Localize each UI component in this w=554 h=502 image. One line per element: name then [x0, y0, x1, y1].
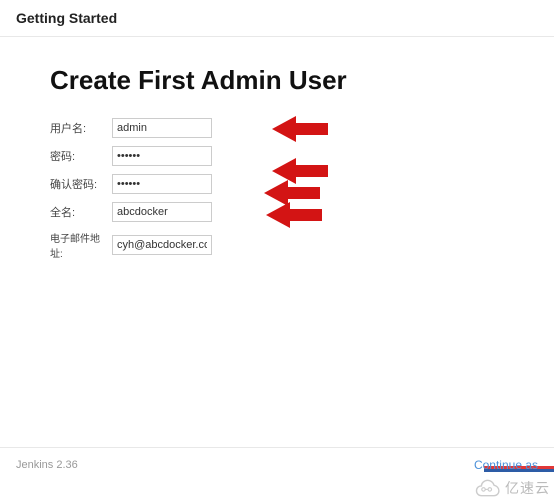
wizard-content: Create First Admin User 用户名: 密码: 确认密码: 全… [0, 37, 554, 260]
continue-as-admin-link[interactable]: Continue as [474, 458, 538, 472]
wizard-footer: Jenkins 2.36 Continue as [0, 447, 554, 502]
row-confirm-password: 确认密码: [50, 174, 504, 194]
row-username: 用户名: [50, 118, 504, 138]
label-username: 用户名: [50, 120, 112, 136]
cloud-icon [473, 479, 501, 497]
label-email: 电子邮件地址: [50, 230, 112, 260]
confirm-password-input[interactable] [112, 174, 212, 194]
email-input[interactable] [112, 235, 212, 255]
row-email: 电子邮件地址: [50, 230, 504, 260]
username-input[interactable] [112, 118, 212, 138]
wizard-header: Getting Started [0, 0, 554, 37]
label-fullname: 全名: [50, 204, 112, 220]
label-confirm-password: 确认密码: [50, 176, 112, 192]
watermark-text: 亿速云 [505, 478, 550, 498]
row-fullname: 全名: [50, 202, 504, 222]
password-input[interactable] [112, 146, 212, 166]
wizard-header-title: Getting Started [16, 10, 538, 26]
version-label: Jenkins 2.36 [16, 459, 78, 471]
label-password: 密码: [50, 148, 112, 164]
row-password: 密码: [50, 146, 504, 166]
watermark: 亿速云 [473, 478, 550, 498]
fullname-input[interactable] [112, 202, 212, 222]
page-title: Create First Admin User [50, 65, 504, 96]
